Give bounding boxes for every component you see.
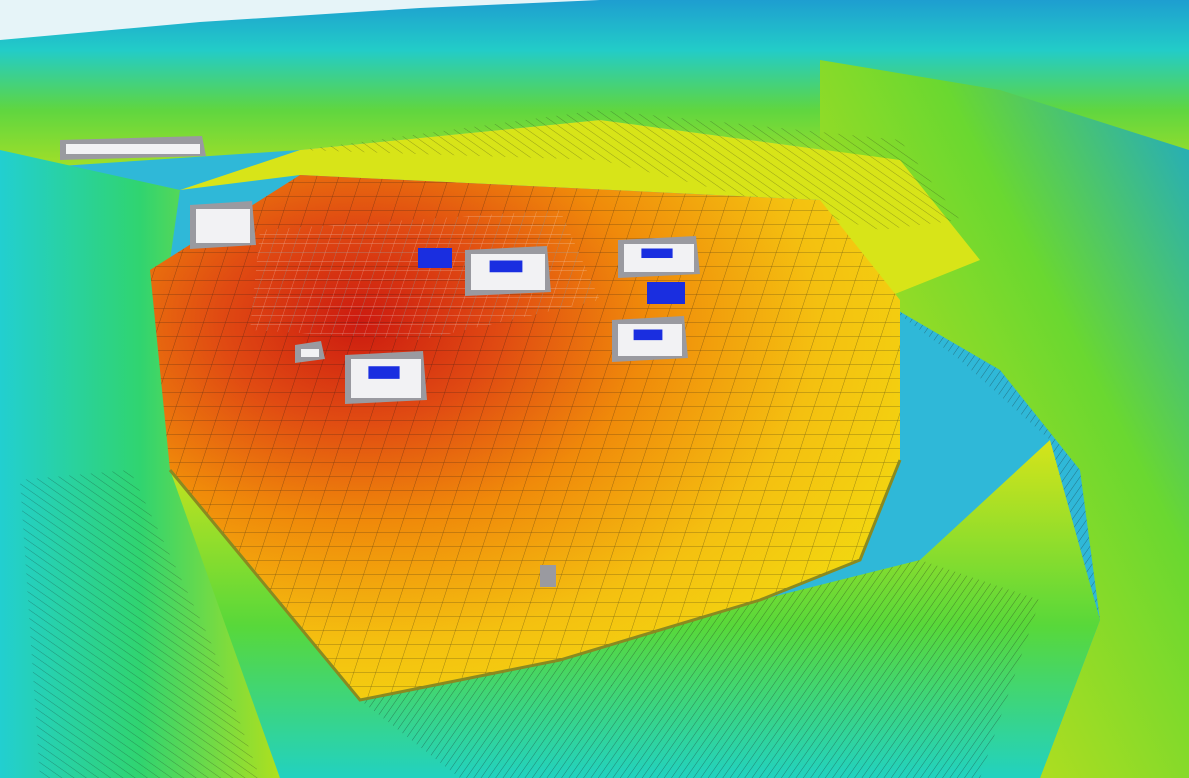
equipment-block (647, 282, 685, 304)
equipment-unit (489, 260, 523, 273)
building-b6 (60, 136, 206, 160)
building-b2 (618, 236, 700, 278)
equipment-unit (633, 329, 663, 341)
building-b1 (465, 246, 551, 296)
equipment-block (540, 565, 556, 587)
equipment-block (418, 248, 452, 268)
building-roof (196, 209, 250, 243)
building-roof (301, 349, 319, 357)
building-b5 (190, 201, 256, 249)
building-roof (66, 144, 200, 154)
terrain-scene[interactable] (0, 0, 1189, 778)
building-b3 (345, 351, 427, 404)
equipment-unit (641, 248, 673, 259)
terrain-viewport[interactable] (0, 0, 1189, 778)
equipment-unit (368, 366, 400, 379)
building-b4 (612, 316, 688, 362)
